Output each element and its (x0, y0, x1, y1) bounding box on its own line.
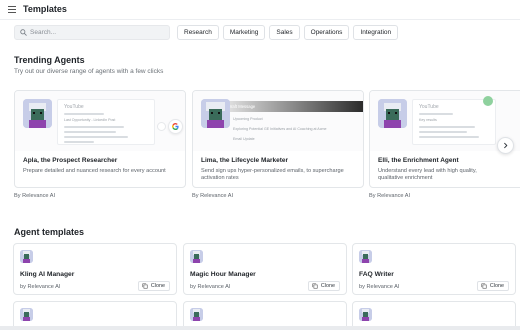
preview-line: Email Update (233, 137, 255, 141)
templates-title: Agent templates (14, 227, 85, 237)
card-preview: Draft Message Upcoming Product Exploring… (193, 91, 363, 151)
card-preview: YouTube Last Opportunity - LinkedIn Post (15, 91, 185, 151)
filter-research[interactable]: Research (177, 25, 219, 40)
template-author: by Relevance AI (20, 284, 61, 290)
preview-heading: Draft Message (228, 104, 256, 109)
agent-avatar (378, 99, 407, 128)
filter-sales[interactable]: Sales (269, 25, 300, 40)
trending-subtitle: Try out our diverse range of agents with… (14, 68, 164, 75)
filter-chips: Research Marketing Sales Operations Inte… (177, 25, 399, 40)
copy-icon (142, 283, 148, 289)
filter-operations[interactable]: Operations (303, 25, 350, 40)
page-title: Templates (23, 4, 67, 14)
trending-title: Trending Agents (14, 55, 85, 65)
chevron-right-icon (504, 142, 508, 149)
carousel-next-button[interactable] (497, 137, 514, 154)
agent-card-lima[interactable]: Draft Message Upcoming Product Exploring… (192, 90, 364, 188)
template-card-magic-hour[interactable]: Magic Hour Manager by Relevance AI Clone (183, 243, 347, 295)
preview-header-bar: Draft Message (223, 101, 363, 112)
connector-dot (157, 122, 166, 131)
preview-line: Exploring Potential GE Initiatives and A… (233, 127, 327, 131)
preview-line: Upcoming Product (233, 117, 263, 121)
clone-label: Clone (320, 283, 335, 289)
preview-panel: Draft Message Upcoming Product Exploring… (223, 101, 363, 145)
template-avatar (359, 250, 372, 263)
copy-icon (312, 283, 318, 289)
template-name: Kling AI Manager (20, 271, 75, 278)
preview-line: Last Opportunity - LinkedIn Post (64, 118, 116, 122)
filter-marketing[interactable]: Marketing (222, 25, 266, 40)
template-avatar (20, 308, 33, 321)
template-avatar (190, 250, 203, 263)
template-card-faq-writer[interactable]: FAQ Writer by Relevance AI Clone (352, 243, 516, 295)
menu-icon[interactable] (8, 6, 16, 13)
agent-description: Understand every lead with high quality,… (378, 168, 477, 181)
agent-card-apla[interactable]: YouTube Last Opportunity - LinkedIn Post… (14, 90, 186, 188)
agent-card-elli[interactable]: YouTube Key results Elli, the Enrichment… (369, 90, 520, 188)
template-avatar (359, 308, 372, 321)
template-avatar (190, 308, 203, 321)
template-name: FAQ Writer (359, 271, 394, 278)
status-dot (483, 96, 493, 106)
search-input[interactable] (30, 27, 165, 38)
agent-author: By Relevance AI (369, 193, 411, 199)
preview-heading: YouTube (64, 104, 84, 110)
agent-author: By Relevance AI (14, 193, 56, 199)
agent-name: Lima, the Lifecycle Marketer (201, 157, 289, 164)
copy-icon (481, 283, 487, 289)
agent-avatar (23, 99, 52, 128)
top-bar: Templates (0, 0, 520, 20)
agent-description: Send sign ups hyper-personalized emails,… (201, 168, 344, 181)
search-box[interactable] (14, 25, 170, 40)
horizontal-scrollbar[interactable] (0, 326, 520, 330)
clone-label: Clone (489, 283, 504, 289)
template-name: Magic Hour Manager (190, 271, 256, 278)
clone-button[interactable]: Clone (476, 281, 509, 291)
search-icon (20, 29, 27, 36)
preview-document: YouTube Last Opportunity - LinkedIn Post (57, 99, 155, 145)
agent-avatar (201, 99, 230, 128)
clone-button[interactable]: Clone (137, 281, 170, 291)
preview-heading: YouTube (419, 104, 439, 110)
agent-author: By Relevance AI (192, 193, 234, 199)
clone-button[interactable]: Clone (307, 281, 340, 291)
preview-document: YouTube Key results (412, 99, 496, 145)
google-icon (168, 119, 183, 134)
template-avatar (20, 250, 33, 263)
template-card-kling[interactable]: Kling AI Manager by Relevance AI Clone (13, 243, 177, 295)
agent-name: Elli, the Enrichment Agent (378, 157, 459, 164)
template-author: by Relevance AI (190, 284, 231, 290)
template-author: by Relevance AI (359, 284, 400, 290)
preview-line: Key results (419, 118, 437, 122)
agent-description: Prepare detailed and nuanced research fo… (23, 168, 166, 174)
agent-name: Apla, the Prospect Researcher (23, 157, 118, 164)
filter-integration[interactable]: Integration (353, 25, 399, 40)
clone-label: Clone (150, 283, 165, 289)
